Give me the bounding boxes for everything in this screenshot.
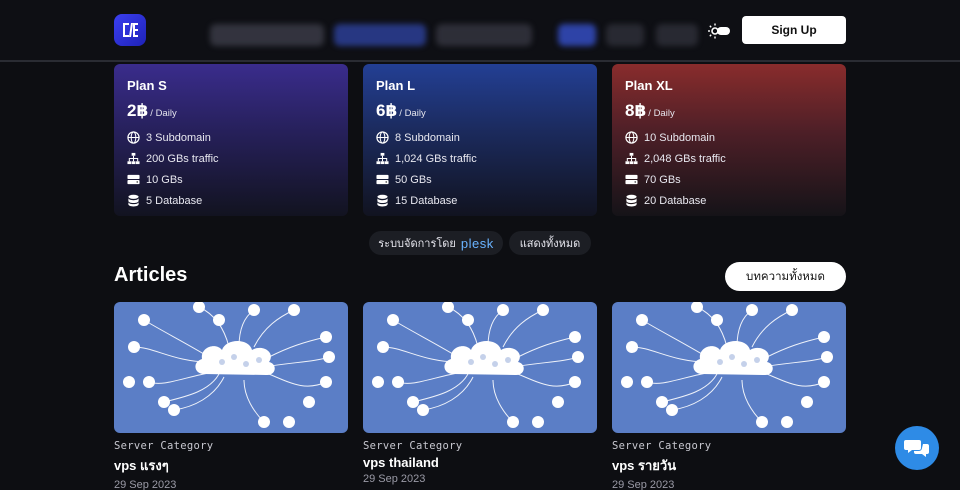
globe-icon	[376, 131, 389, 144]
article-card[interactable]: Server Category vps แรงๆ 29 Sep 2023	[114, 302, 348, 490]
cloud-network-illustration	[123, 302, 335, 428]
server-icon	[127, 174, 140, 185]
network-icon	[376, 152, 389, 165]
article-title[interactable]: vps แรงๆ	[114, 455, 348, 476]
logo-icon	[123, 23, 138, 37]
globe-icon	[625, 131, 638, 144]
plesk-logo: plesk	[460, 235, 494, 251]
price-value: 6฿	[376, 101, 398, 120]
feature-label: 1,024 GBs traffic	[395, 152, 477, 165]
plan-name: Plan L	[376, 78, 416, 93]
all-articles-button[interactable]: บทความทั้งหมด	[725, 262, 846, 291]
article-thumbnail[interactable]	[363, 302, 597, 433]
logo[interactable]	[114, 14, 146, 46]
article-date: 29 Sep 2023	[612, 479, 675, 490]
plesk-managed-pill[interactable]: ระบบจัดการโดย plesk	[369, 231, 503, 255]
feature-label: 2,048 GBs traffic	[644, 152, 726, 165]
price-value: 8฿	[625, 101, 647, 120]
article-thumbnail[interactable]	[612, 302, 846, 433]
article-date: 29 Sep 2023	[114, 479, 177, 490]
feature-database: 15 Database	[376, 190, 584, 211]
plan-card-l[interactable]: Plan L 6฿ / Daily 8 Subdomain 1,024 GBs …	[363, 64, 597, 216]
network-icon	[127, 152, 140, 165]
feature-storage: 50 GBs	[376, 169, 584, 190]
feature-label: 50 GBs	[395, 173, 432, 186]
feature-subdomain: 3 Subdomain	[127, 127, 335, 148]
nav-link-blurred-6[interactable]	[656, 24, 698, 46]
chat-button[interactable]	[895, 426, 939, 470]
article-title[interactable]: vps รายวัน	[612, 455, 846, 476]
price-unit: / Daily	[150, 108, 177, 119]
plan-card-s[interactable]: Plan S 2฿ / Daily 3 Subdomain 200 GBs tr…	[114, 64, 348, 216]
plan-name: Plan XL	[625, 78, 673, 93]
article-card[interactable]: Server Category vps thailand 29 Sep 2023	[363, 302, 597, 485]
plan-name: Plan S	[127, 78, 167, 93]
plan-price: 8฿ / Daily	[625, 101, 833, 121]
article-title[interactable]: vps thailand	[363, 455, 597, 470]
price-unit: / Daily	[399, 108, 426, 119]
theme-toggle[interactable]	[706, 19, 734, 43]
nav-link-blurred-4[interactable]	[558, 24, 596, 46]
feature-label: 20 Database	[644, 194, 707, 207]
globe-icon	[127, 131, 140, 144]
feature-storage: 70 GBs	[625, 169, 833, 190]
database-icon	[626, 194, 637, 207]
nav-link-blurred-5[interactable]	[606, 24, 644, 46]
feature-traffic: 2,048 GBs traffic	[625, 148, 833, 169]
feature-database: 5 Database	[127, 190, 335, 211]
chat-bubbles-icon	[904, 440, 929, 457]
article-date: 29 Sep 2023	[363, 473, 426, 485]
feature-subdomain: 10 Subdomain	[625, 127, 833, 148]
feature-subdomain: 8 Subdomain	[376, 127, 584, 148]
network-icon	[625, 152, 638, 165]
feature-label: 8 Subdomain	[395, 131, 460, 144]
plan-price: 2฿ / Daily	[127, 101, 335, 121]
nav-link-blurred-2[interactable]	[334, 24, 426, 46]
feature-traffic: 1,024 GBs traffic	[376, 148, 584, 169]
top-nav: Sign Up	[0, 0, 960, 62]
database-icon	[377, 194, 388, 207]
article-thumbnail[interactable]	[114, 302, 348, 433]
cloud-network-illustration	[621, 302, 833, 428]
feature-label: 15 Database	[395, 194, 458, 207]
feature-label: 200 GBs traffic	[146, 152, 219, 165]
cloud-network-illustration	[372, 302, 584, 428]
article-category: Server Category	[612, 440, 712, 452]
feature-label: 70 GBs	[644, 173, 681, 186]
nav-link-blurred-3[interactable]	[436, 24, 532, 46]
managed-by-label: ระบบจัดการโดย	[378, 238, 456, 250]
feature-storage: 10 GBs	[127, 169, 335, 190]
price-unit: / Daily	[648, 108, 675, 119]
articles-heading: Articles	[114, 264, 188, 286]
price-value: 2฿	[127, 101, 149, 120]
plan-price: 6฿ / Daily	[376, 101, 584, 121]
nav-link-blurred-1[interactable]	[210, 24, 324, 46]
server-icon	[376, 174, 389, 185]
feature-label: 5 Database	[146, 194, 203, 207]
database-icon	[128, 194, 139, 207]
article-category: Server Category	[114, 440, 214, 452]
feature-label: 3 Subdomain	[146, 131, 211, 144]
article-category: Server Category	[363, 440, 463, 452]
plan-card-xl[interactable]: Plan XL 8฿ / Daily 10 Subdomain 2,048 GB…	[612, 64, 846, 216]
feature-database: 20 Database	[625, 190, 833, 211]
feature-label: 10 GBs	[146, 173, 183, 186]
sign-up-button[interactable]: Sign Up	[742, 16, 846, 44]
show-all-plans-button[interactable]: แสดงทั้งหมด	[509, 231, 591, 255]
article-card[interactable]: Server Category vps รายวัน 29 Sep 2023	[612, 302, 846, 490]
feature-label: 10 Subdomain	[644, 131, 715, 144]
feature-traffic: 200 GBs traffic	[127, 148, 335, 169]
server-icon	[625, 174, 638, 185]
sun-toggle-icon	[708, 23, 730, 39]
